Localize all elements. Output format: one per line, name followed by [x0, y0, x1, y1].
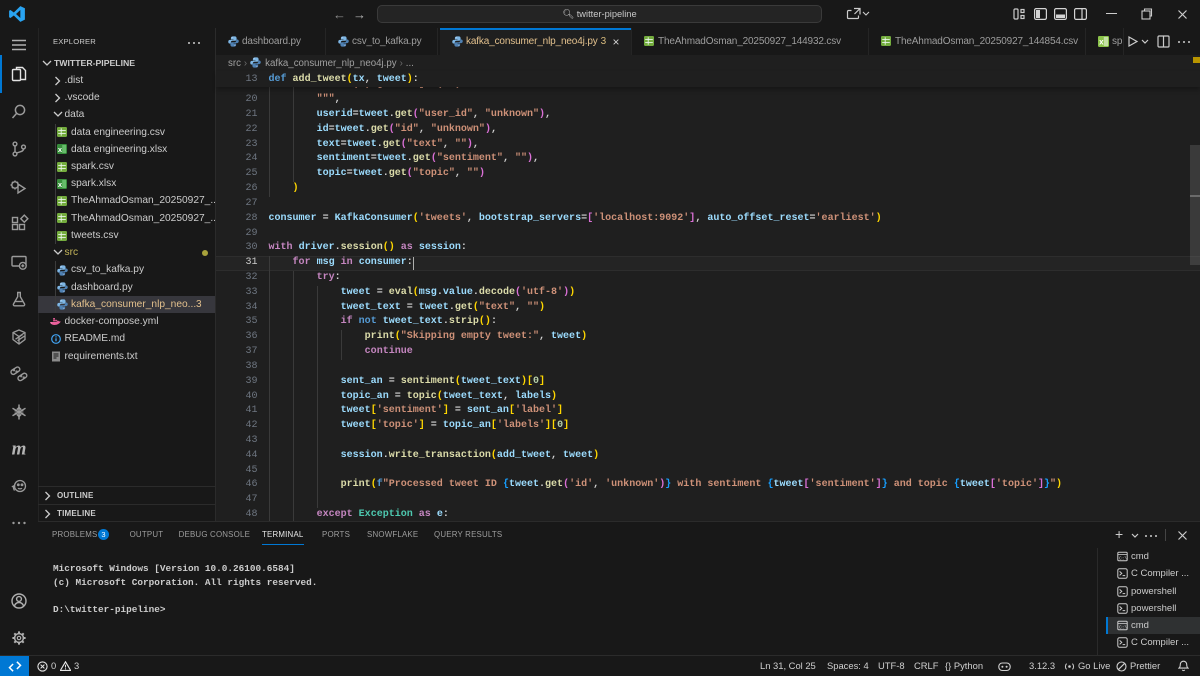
svg-text:x: x [1099, 38, 1104, 47]
svg-text:C:\: C:\ [1119, 624, 1127, 630]
svg-text:C:\: C:\ [1119, 555, 1127, 561]
